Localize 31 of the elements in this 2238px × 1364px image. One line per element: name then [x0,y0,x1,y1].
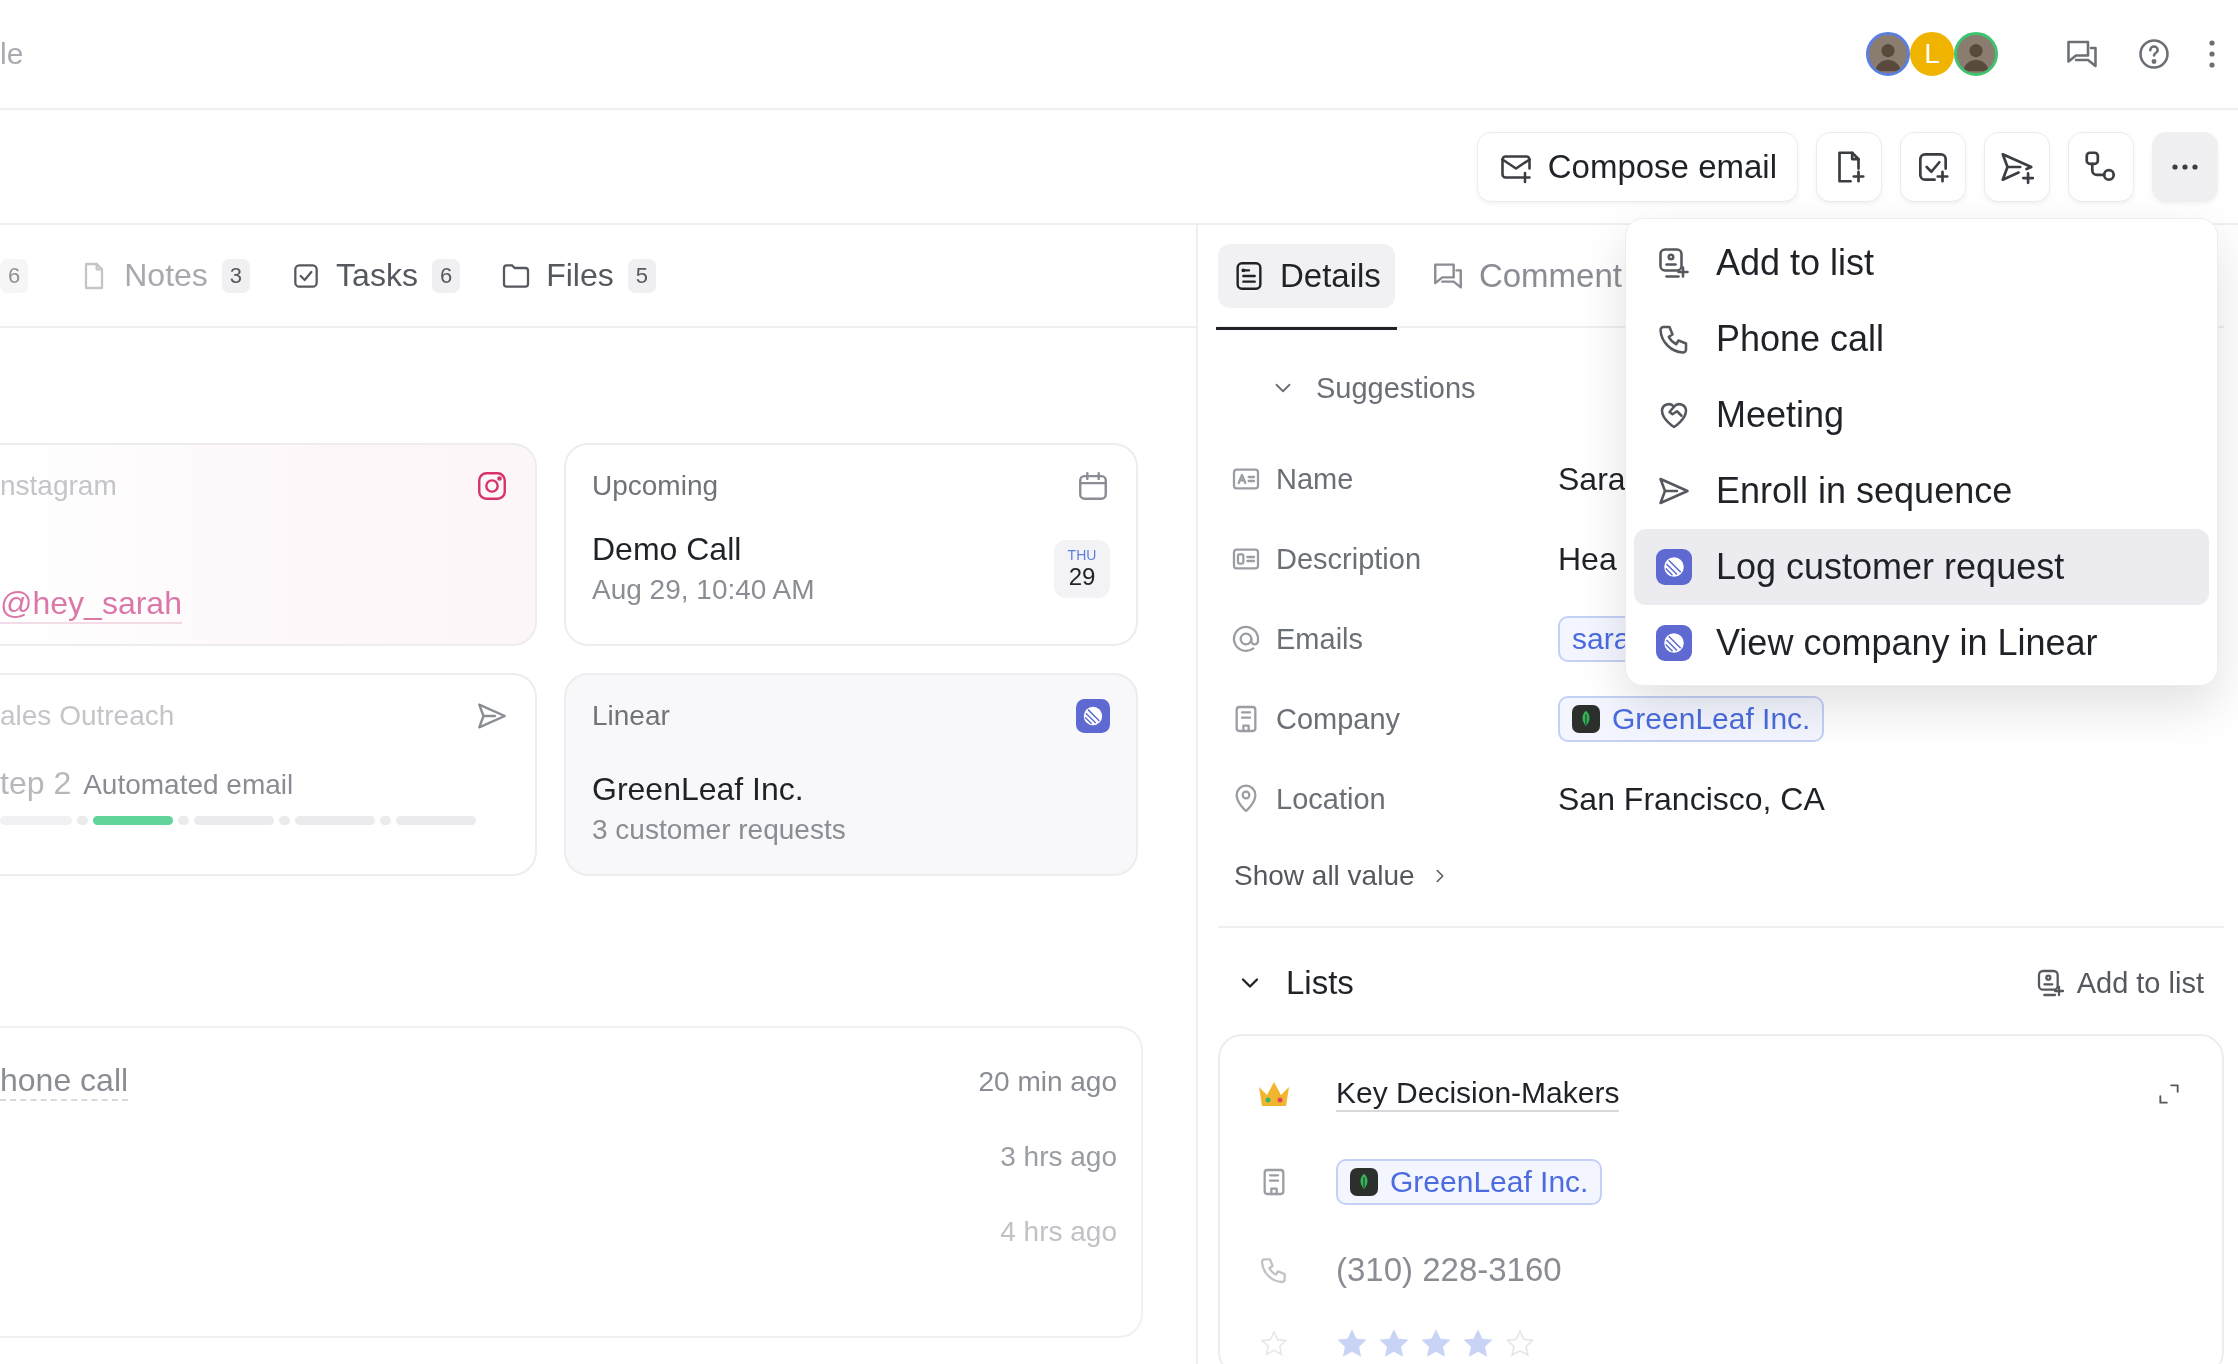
activity-time: 20 min ago [978,1065,1117,1098]
count-badge: 6 [431,258,461,293]
event-title: Demo Call [592,531,743,568]
page-title: le [0,37,25,71]
request-count: 3 customer requests [592,814,847,846]
event-time: Aug 29, 10:40 AM [592,574,815,606]
field-label: Company [1276,702,1401,736]
field-value: Hea [1558,540,1617,578]
step-label: Automated email [83,769,294,801]
card-title: nstagram [0,470,117,502]
count-badge: 6 [0,258,29,293]
card-title: Linear [592,700,670,732]
activity-time: 4 hrs ago [1000,1215,1117,1248]
field-label: Emails [1276,622,1363,656]
field-label: Name [1276,462,1354,496]
card-title: ales Outreach [0,700,175,732]
field-label: Description [1276,542,1422,576]
field-value: Sara [1558,460,1626,498]
field-label: Location [1276,782,1386,816]
company-name: GreenLeaf Inc. [592,771,805,808]
count-badge: 5 [627,258,656,293]
count-badge: 3 [221,258,251,293]
date-badge: THU 29 [1054,539,1110,598]
field-value: San Francisco, CA [1558,780,1825,818]
card-title: Upcoming [592,470,719,502]
step-number: tep 2 [0,765,72,802]
tab-label: Tasks [336,257,418,294]
phone-number: (310) 228-3160 [1336,1251,1562,1289]
tab-label: Files [546,257,614,294]
activity-time: 3 hrs ago [1000,1140,1117,1173]
tab-label: Notes [124,257,208,294]
